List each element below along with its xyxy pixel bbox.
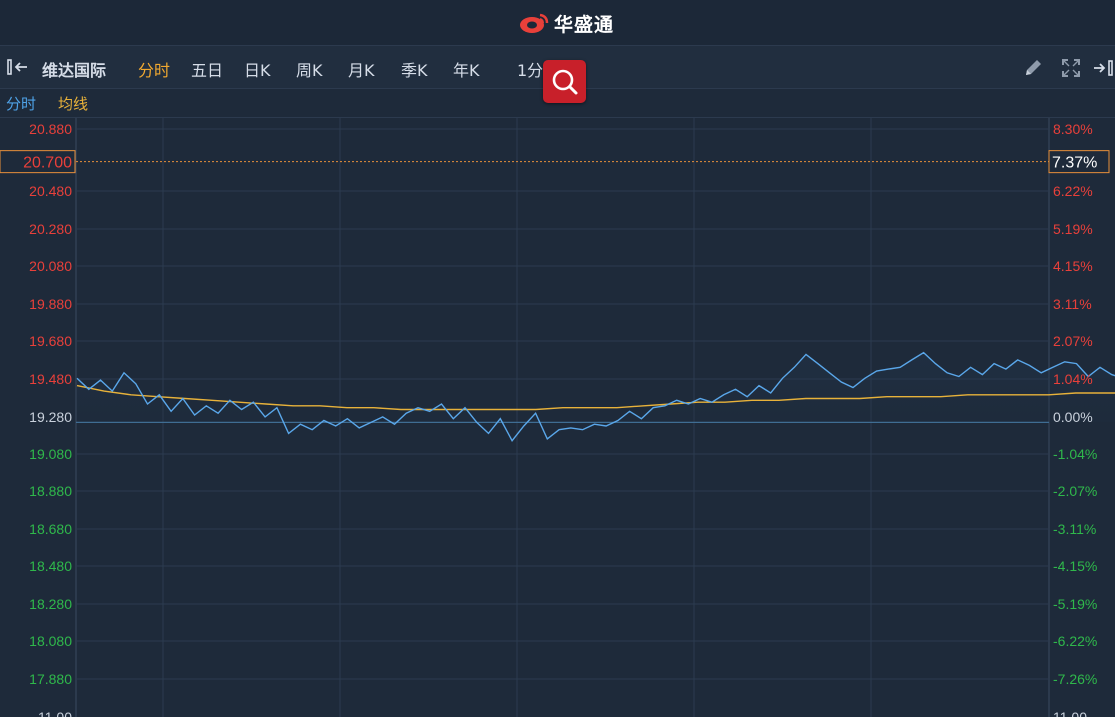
search-button[interactable] <box>543 60 586 103</box>
stock-name: 维达国际 <box>42 61 107 80</box>
brand-name: 华盛通 <box>554 13 615 36</box>
left-axis-tick-label: 19.080 <box>29 446 72 462</box>
left-axis-tick-label: 19.480 <box>29 371 72 387</box>
tab-daily-k[interactable]: 日K <box>244 57 271 81</box>
left-axis-tick-label: 20.280 <box>29 221 72 237</box>
left-axis-tick-label: 19.280 <box>29 409 72 425</box>
tab-weekly-k[interactable]: 周K <box>296 57 323 81</box>
right-axis-tick-label: -7.26% <box>1053 671 1097 687</box>
left-axis-tick-label: 19.880 <box>29 296 72 312</box>
left-axis-tick-label: 18.680 <box>29 521 72 537</box>
left-axis-tick-label: 18.880 <box>29 483 72 499</box>
right-axis-tick-label: 3.11% <box>1053 296 1092 312</box>
right-axis-tick-label: -5.19% <box>1053 596 1097 612</box>
left-axis-tick-label: 18.280 <box>29 596 72 612</box>
right-axis-tick-label: 6.22% <box>1053 183 1093 199</box>
right-axis-tick-label: 11.00 <box>1053 709 1087 717</box>
right-axis-tick-label: -6.22% <box>1053 633 1097 649</box>
left-axis-tick-label: 20.080 <box>29 258 72 274</box>
current-percent-label: 7.37% <box>1052 155 1097 172</box>
left-axis-tick-label: 18.080 <box>29 633 72 649</box>
right-axis-tick-label: 1.04% <box>1053 371 1093 387</box>
right-percent-axis: 8.30% 6.22% 5.19% 4.15% 3.11% 2.07% 1.04% 0.00%… <box>1053 121 1097 717</box>
tab-monthly-k[interactable]: 月K <box>348 57 375 81</box>
tab-intraday[interactable]: 分时 <box>138 57 170 81</box>
right-axis-tick-label: 4.15% <box>1053 258 1093 274</box>
tab-five-day[interactable]: 五日 <box>191 57 223 81</box>
top-bar: 华盛通 <box>0 0 1115 46</box>
legend-average-line: 均线 <box>58 95 89 113</box>
tab-one-minute[interactable]: 1分 <box>517 57 543 81</box>
left-price-axis: 20.880 20.480 20.280 20.080 19.880 19.680 19.4… <box>29 121 72 717</box>
left-axis-tick-label: 17.880 <box>29 671 72 687</box>
brand: 华盛通 <box>518 9 614 37</box>
right-axis-tick-label: 8.30% <box>1053 121 1093 137</box>
right-axis-tick-label: 5.19% <box>1053 221 1093 237</box>
search-icon <box>552 69 578 95</box>
left-axis-tick-label: 20.880 <box>29 121 72 137</box>
right-axis-tick-label: -2.07% <box>1053 483 1097 499</box>
fullscreen-icon[interactable] <box>1060 57 1082 83</box>
right-axis-tick-label: -3.11% <box>1053 521 1096 537</box>
right-axis-tick-label: 0.00% <box>1053 409 1093 425</box>
right-axis-tick-label: 2.07% <box>1053 333 1093 349</box>
current-price-label: 20.700 <box>23 155 72 172</box>
pencil-icon[interactable] <box>1022 57 1044 83</box>
left-axis-tick-label: 11.00 <box>38 709 72 717</box>
intraday-chart: 20.880 20.480 20.280 20.080 19.880 19.680 19.4… <box>0 118 1115 717</box>
tab-quarterly-k[interactable]: 季K <box>401 57 428 81</box>
right-axis-tick-label: -4.15% <box>1053 558 1097 574</box>
tab-yearly-k[interactable]: 年K <box>453 57 480 81</box>
left-axis-tick-label: 20.480 <box>29 183 72 199</box>
brand-logo-icon <box>520 13 549 33</box>
right-axis-tick-label: -1.04% <box>1053 446 1097 462</box>
collapse-left-icon[interactable] <box>6 57 32 81</box>
left-axis-tick-label: 18.480 <box>29 558 72 574</box>
expand-right-icon[interactable] <box>1092 57 1115 83</box>
left-axis-tick-label: 19.680 <box>29 333 72 349</box>
legend-price-line: 分时 <box>6 95 37 113</box>
